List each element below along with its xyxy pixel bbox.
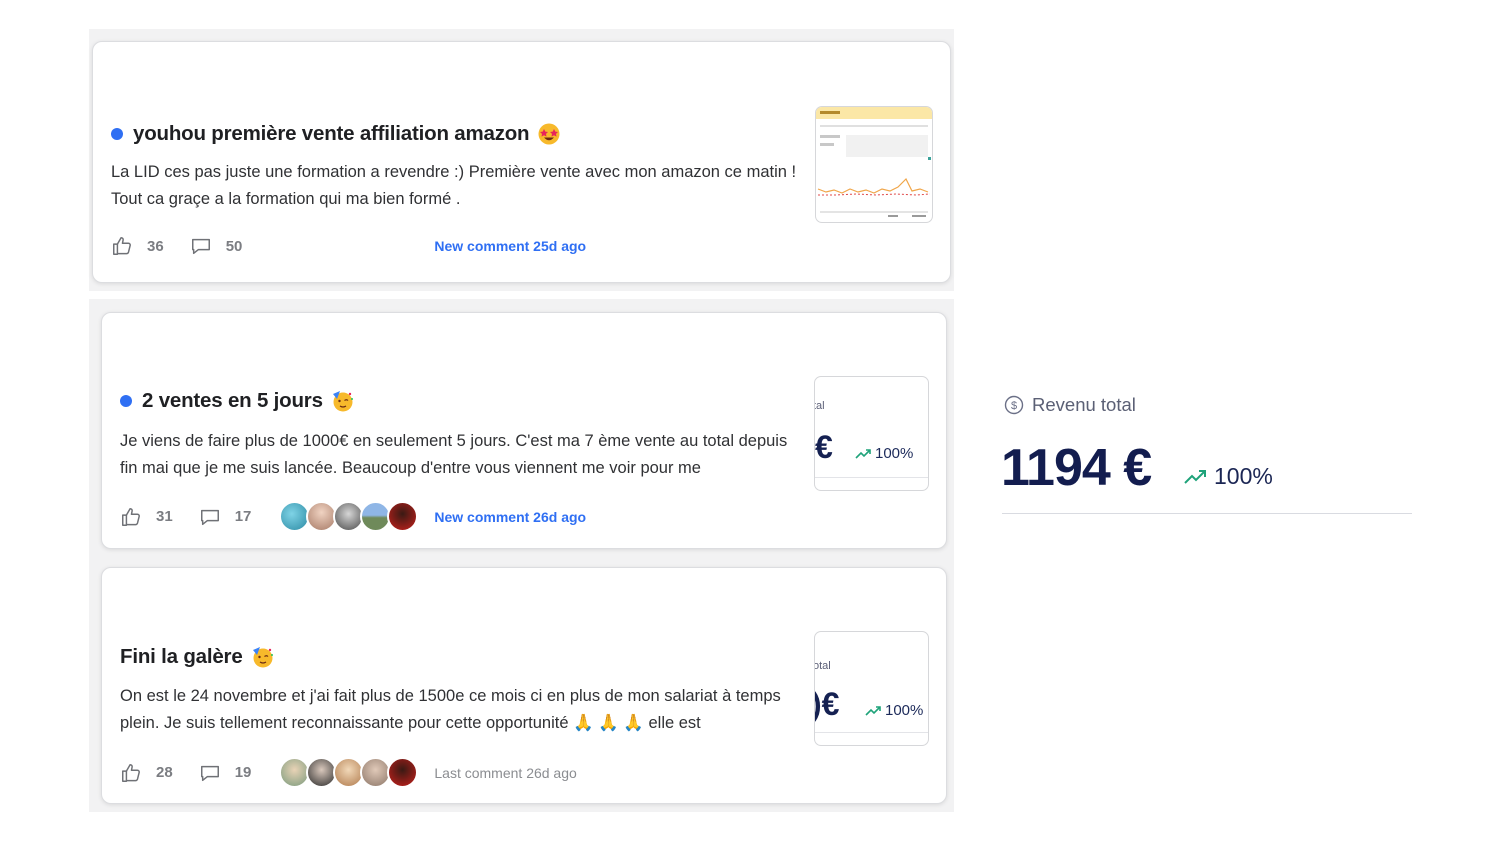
post-thumbnail[interactable]: otal )€ 100%: [814, 631, 929, 746]
comment-icon[interactable]: [199, 762, 221, 784]
thumb-divider: [815, 477, 928, 478]
trending-up-icon: [855, 448, 871, 459]
svg-text:$: $: [1011, 400, 1017, 412]
post-title[interactable]: 2 ventes en 5 jours: [120, 389, 354, 413]
partying-face-emoji: [252, 647, 273, 668]
thumb-value: €: [815, 429, 833, 465]
thumb-change: 100%: [855, 445, 913, 462]
unread-dot: [120, 395, 132, 407]
trending-up-icon: [1184, 469, 1206, 484]
partying-face-emoji: [332, 391, 353, 412]
thumb-change: 100%: [865, 702, 923, 719]
post-stats: 28 19 Last comment 26d ago: [120, 757, 577, 788]
thumb-label: tal: [814, 400, 825, 412]
post-card[interactable]: 2 ventes en 5 jours Je viens de faire pl…: [101, 312, 947, 549]
thumb-value: )€: [815, 686, 840, 722]
post-stats: 31 17 New comment 26d ago: [120, 501, 586, 532]
post-title[interactable]: youhou première vente affiliation amazon: [111, 122, 560, 146]
like-icon[interactable]: [120, 762, 142, 784]
trending-up-icon: [865, 705, 881, 716]
revenue-divider: [1002, 513, 1412, 514]
revenue-change: 100%: [1184, 463, 1273, 490]
avatar[interactable]: [387, 501, 419, 532]
activity-link[interactable]: New comment 26d ago: [434, 509, 586, 525]
like-count: 28: [156, 764, 173, 781]
dollar-circle-icon: $: [1004, 395, 1024, 415]
like-count: 36: [147, 237, 164, 255]
comment-count: 17: [234, 508, 252, 525]
avatar[interactable]: [387, 757, 419, 788]
comment-icon[interactable]: [190, 235, 212, 257]
unread-dot: [111, 128, 123, 140]
like-icon[interactable]: [120, 506, 142, 528]
like-icon[interactable]: [111, 235, 133, 257]
post-stats: 36 50 New comment 25d ago: [111, 235, 586, 257]
post-excerpt: La LID ces pas juste une formation a rev…: [111, 163, 797, 208]
commenter-avatars: [279, 757, 419, 788]
activity-link[interactable]: Last comment 26d ago: [434, 765, 576, 781]
thumb-divider: [815, 732, 928, 733]
star-struck-emoji: [538, 123, 560, 145]
screenshot-preview-image: [816, 107, 932, 217]
commenter-avatars: [279, 501, 419, 532]
like-count: 31: [156, 508, 173, 525]
revenue-label: $ Revenu total: [1004, 394, 1136, 416]
post-thumbnail[interactable]: tal € 100%: [814, 376, 929, 491]
activity-link[interactable]: New comment 25d ago: [434, 238, 586, 254]
comment-count: 50: [225, 237, 243, 255]
post-card[interactable]: youhou première vente affiliation amazon…: [92, 41, 951, 283]
revenue-value: 1194 €: [1001, 439, 1152, 497]
post-card[interactable]: Fini la galère On est le 24 novembre et …: [101, 567, 947, 804]
post-excerpt: On est le 24 novembre et j'ai fait plus …: [120, 687, 781, 732]
post-thumbnail[interactable]: [815, 106, 933, 223]
comment-count: 19: [234, 764, 252, 781]
post-title[interactable]: Fini la galère: [120, 645, 274, 669]
post-excerpt: Je viens de faire plus de 1000€ en seule…: [120, 432, 788, 477]
comment-icon[interactable]: [199, 506, 221, 528]
thumb-label: otal: [814, 660, 831, 672]
